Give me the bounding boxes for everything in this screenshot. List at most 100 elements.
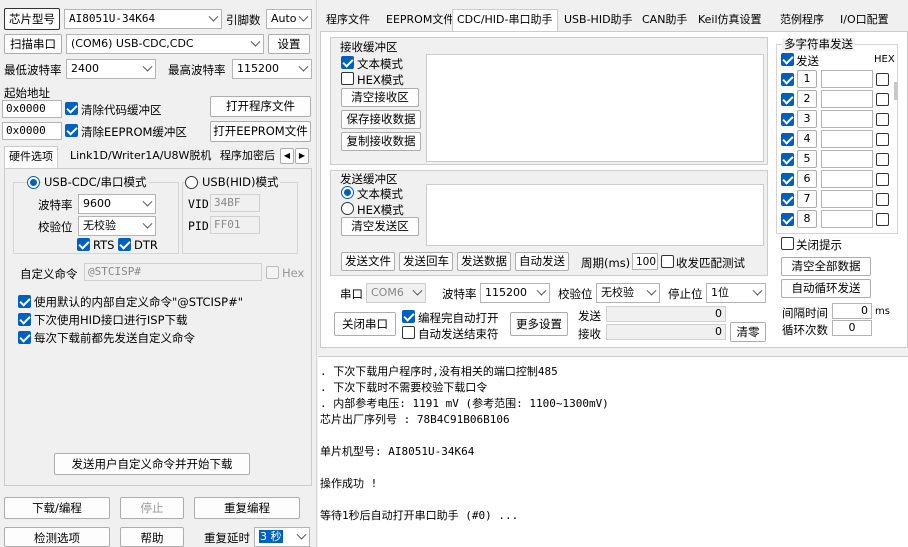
serial-parity-combo[interactable]: 无校验 [596, 283, 660, 303]
custom-command-input[interactable]: @STCISP# [84, 263, 262, 281]
multi-row-hex-checkbox[interactable] [876, 113, 889, 126]
tab-scroll-right-button[interactable]: ▶ [295, 148, 309, 164]
multi-row-send-button[interactable]: 1 [797, 70, 817, 88]
pin-count-combo[interactable]: Auto [266, 9, 312, 29]
send-enter-button[interactable]: 发送回车 [399, 252, 453, 271]
rx-text-mode-checkbox[interactable] [341, 56, 354, 69]
send-textarea[interactable] [426, 184, 764, 246]
multi-row-hex-checkbox[interactable] [876, 193, 889, 206]
tab-examples[interactable]: 范例程序 [776, 10, 828, 32]
multi-row-checkbox[interactable] [781, 213, 794, 226]
rx-hex-mode-checkbox[interactable] [341, 72, 354, 85]
multi-row-hex-checkbox[interactable] [876, 93, 889, 106]
save-receive-button[interactable]: 保存接收数据 [341, 110, 421, 129]
max-baud-combo[interactable]: 115200 [232, 59, 312, 79]
hw-baud-combo[interactable]: 9600 [78, 194, 156, 214]
more-settings-button[interactable]: 更多设置 [510, 312, 568, 336]
multi-row-input[interactable] [821, 110, 873, 128]
port-combo[interactable]: (COM6) USB-CDC,CDC [66, 34, 264, 54]
multi-row-checkbox[interactable] [781, 153, 794, 166]
help-button[interactable]: 帮助 [120, 527, 184, 547]
multi-row-input[interactable] [821, 210, 873, 228]
opt-send-before-checkbox[interactable] [18, 331, 31, 344]
opt-default-command-checkbox[interactable] [18, 295, 31, 308]
tab-offline-writer[interactable]: Link1D/Writer1A/U8W脱机 [66, 146, 215, 168]
tab-program-file[interactable]: 程序文件 [322, 10, 374, 32]
tab-usb-hid[interactable]: USB-HID助手 [560, 10, 637, 32]
multi-row-hex-checkbox[interactable] [876, 213, 889, 226]
close-serial-button[interactable]: 关闭串口 [334, 312, 396, 336]
multi-row-send-button[interactable]: 3 [797, 110, 817, 128]
open-eeprom-button[interactable]: 打开EEPROM文件 [210, 121, 311, 142]
custom-hex-checkbox[interactable] [266, 266, 279, 279]
tx-text-mode-radio[interactable] [341, 186, 354, 199]
multi-row-checkbox[interactable] [781, 93, 794, 106]
multi-row-input[interactable] [821, 150, 873, 168]
multi-row-input[interactable] [821, 70, 873, 88]
multi-row-input[interactable] [821, 130, 873, 148]
loop-count-input[interactable]: 0 [832, 320, 872, 336]
receive-textarea[interactable] [426, 54, 764, 162]
rts-checkbox[interactable] [77, 238, 90, 251]
auto-end-checkbox[interactable] [402, 326, 415, 339]
multi-row-input[interactable] [821, 190, 873, 208]
auto-send-button[interactable]: 自动发送 [515, 252, 569, 271]
multi-scrollbar[interactable] [894, 82, 898, 100]
clear-all-data-button[interactable]: 清空全部数据 [781, 257, 871, 276]
multi-row-input[interactable] [821, 170, 873, 188]
open-program-button[interactable]: 打开程序文件 [210, 96, 311, 117]
match-test-checkbox[interactable] [661, 255, 674, 268]
multi-row-input[interactable] [821, 90, 873, 108]
mode-hid-radio[interactable] [185, 176, 198, 189]
multi-row-send-button[interactable]: 7 [797, 190, 817, 208]
multi-row-hex-checkbox[interactable] [876, 133, 889, 146]
clear-count-button[interactable]: 清零 [730, 322, 766, 342]
tab-encryption[interactable]: 程序加密后 [216, 146, 279, 168]
repeat-delay-combo[interactable]: 3 秒 [254, 527, 310, 547]
close-tip-checkbox[interactable] [781, 237, 794, 250]
interval-input[interactable]: 0 [832, 303, 872, 319]
multi-row-checkbox[interactable] [781, 193, 794, 206]
opt-hid-isp-checkbox[interactable] [18, 313, 31, 326]
clear-receive-button[interactable]: 清空接收区 [341, 88, 419, 107]
clear-send-button[interactable]: 清空发送区 [341, 217, 419, 236]
auto-open-checkbox[interactable] [402, 310, 415, 323]
multi-row-checkbox[interactable] [781, 133, 794, 146]
auto-loop-send-button[interactable]: 自动循环发送 [781, 279, 871, 298]
tab-scroll-left-button[interactable]: ◀ [280, 148, 294, 164]
download-button[interactable]: 下载/编程 [4, 497, 110, 519]
multi-row-send-button[interactable]: 2 [797, 90, 817, 108]
tab-keil[interactable]: Keil仿真设置 [694, 10, 766, 32]
clear-eeprom-checkbox[interactable] [65, 124, 78, 137]
serial-port-combo[interactable]: COM6 [366, 283, 426, 303]
serial-stop-combo[interactable]: 1位 [706, 283, 766, 303]
tab-can[interactable]: CAN助手 [638, 10, 691, 32]
check-options-button[interactable]: 检测选项 [4, 527, 110, 547]
tab-serial-assistant[interactable]: CDC/HID-串口助手 [452, 9, 558, 33]
send-file-button[interactable]: 发送文件 [341, 252, 395, 271]
multi-row-send-button[interactable]: 6 [797, 170, 817, 188]
multi-row-checkbox[interactable] [781, 173, 794, 186]
stop-button[interactable]: 停止 [120, 497, 184, 519]
send-data-button[interactable]: 发送数据 [457, 252, 511, 271]
tab-hardware-options[interactable]: 硬件选项 [4, 146, 58, 170]
tab-eeprom-file[interactable]: EEPROM文件 [382, 10, 458, 32]
log-output[interactable]: . 下次下载用户程序时,没有相关的端口控制485 . 下次下载时不需要校验下载口… [318, 356, 908, 547]
copy-receive-button[interactable]: 复制接收数据 [341, 132, 421, 151]
multi-row-send-button[interactable]: 5 [797, 150, 817, 168]
multi-row-hex-checkbox[interactable] [876, 173, 889, 186]
scan-port-button[interactable]: 扫描串口 [4, 34, 62, 54]
multi-row-checkbox[interactable] [781, 73, 794, 86]
tx-hex-mode-radio[interactable] [341, 202, 354, 215]
mode-cdc-radio[interactable] [27, 176, 40, 189]
multi-row-hex-checkbox[interactable] [876, 73, 889, 86]
clear-code-checkbox[interactable] [65, 102, 78, 115]
period-input[interactable]: 100 [632, 253, 658, 270]
chip-model-combo[interactable]: AI8051U-34K64 [64, 9, 222, 29]
multi-send-all-checkbox[interactable] [781, 53, 794, 66]
send-custom-command-button[interactable]: 发送用户自定义命令并开始下载 [54, 453, 250, 475]
reprogram-button[interactable]: 重复编程 [194, 497, 300, 519]
multi-row-hex-checkbox[interactable] [876, 153, 889, 166]
hw-parity-combo[interactable]: 无校验 [78, 216, 156, 236]
min-baud-combo[interactable]: 2400 [66, 59, 156, 79]
